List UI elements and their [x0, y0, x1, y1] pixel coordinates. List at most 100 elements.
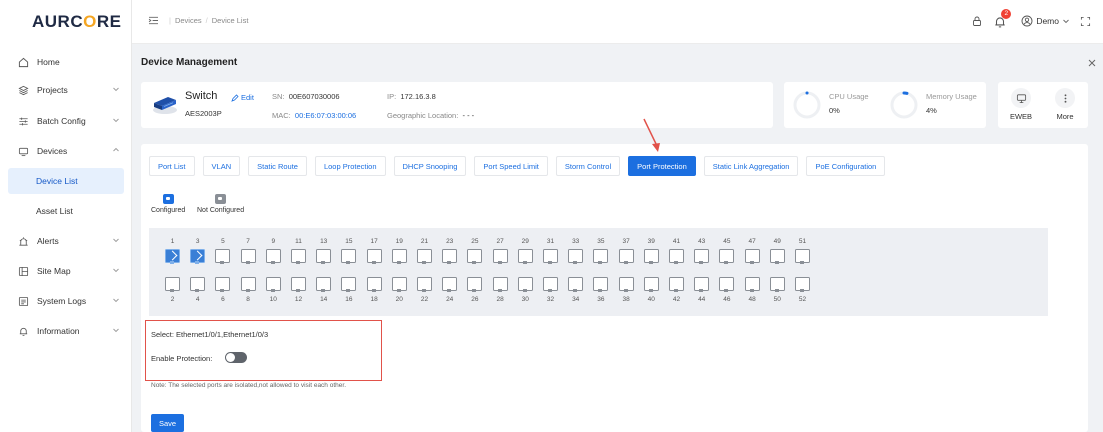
- port-16[interactable]: [341, 277, 357, 292]
- user-menu[interactable]: Demo: [1021, 15, 1070, 27]
- port-17[interactable]: [366, 249, 382, 264]
- port-11[interactable]: [291, 249, 306, 264]
- port-41[interactable]: [669, 249, 684, 264]
- port-36[interactable]: [593, 277, 609, 292]
- sidebar: AURC O RE Home Projects Batch Config Devic…: [0, 0, 132, 432]
- port-52[interactable]: [795, 277, 810, 292]
- sliders-icon: [17, 115, 29, 127]
- chevron-down-icon: [1063, 19, 1069, 24]
- port-31[interactable]: [543, 249, 558, 264]
- port-22[interactable]: [417, 277, 432, 292]
- tab-storm-control[interactable]: Storm Control: [555, 156, 621, 176]
- port-37[interactable]: [618, 249, 634, 264]
- port-10[interactable]: [265, 277, 281, 292]
- port-48[interactable]: [744, 277, 760, 292]
- port-number-label: 45: [723, 238, 731, 245]
- port-44[interactable]: [694, 277, 710, 292]
- close-icon[interactable]: [1087, 58, 1097, 68]
- port-19[interactable]: [391, 249, 407, 264]
- port-2[interactable]: [165, 277, 180, 292]
- lock-icon[interactable]: [971, 15, 983, 27]
- eweb-button[interactable]: EWEB: [1001, 88, 1041, 121]
- port-23[interactable]: [442, 249, 458, 264]
- tab-vlan[interactable]: VLAN: [202, 156, 241, 176]
- enable-protection-toggle[interactable]: [225, 352, 247, 363]
- port-50[interactable]: [769, 277, 785, 292]
- port-33[interactable]: [568, 249, 584, 264]
- port-20[interactable]: [391, 277, 407, 292]
- port-4[interactable]: [190, 277, 206, 292]
- port-39[interactable]: [643, 249, 659, 264]
- port-6[interactable]: [215, 277, 231, 292]
- port-7[interactable]: [240, 249, 256, 264]
- sidebar-subitem-asset-list[interactable]: Asset List: [8, 198, 124, 224]
- port-46[interactable]: [719, 277, 735, 292]
- port-42[interactable]: [669, 277, 684, 292]
- port-51[interactable]: [795, 249, 810, 264]
- tab-static-link-aggregation[interactable]: Static Link Aggregation: [703, 156, 799, 176]
- port-40[interactable]: [643, 277, 659, 292]
- brand-logo[interactable]: AURC O RE: [0, 0, 131, 44]
- port-47[interactable]: [744, 249, 760, 264]
- tab-loop-protection[interactable]: Loop Protection: [314, 156, 386, 176]
- sidebar-item-system-logs[interactable]: System Logs: [0, 288, 132, 314]
- port-13[interactable]: [316, 249, 332, 264]
- tab-port-list[interactable]: Port List: [149, 156, 195, 176]
- edit-device-button[interactable]: Edit: [231, 93, 254, 102]
- port-21[interactable]: [417, 249, 432, 264]
- port-number-label: 28: [496, 296, 504, 303]
- port-49[interactable]: [769, 249, 785, 264]
- port-number-label: 17: [370, 238, 378, 245]
- port-number-label: 5: [221, 238, 225, 245]
- sidebar-item-site-map[interactable]: Site Map: [0, 258, 132, 284]
- port-9[interactable]: [265, 249, 281, 264]
- sidebar-item-alerts[interactable]: Alerts: [0, 228, 132, 254]
- port-45[interactable]: [719, 249, 735, 264]
- more-vertical-icon: [1055, 88, 1075, 108]
- port-3[interactable]: [190, 249, 206, 264]
- port-15[interactable]: [341, 249, 357, 264]
- port-24[interactable]: [442, 277, 458, 292]
- port-34[interactable]: [568, 277, 584, 292]
- tab-port-speed-limit[interactable]: Port Speed Limit: [474, 156, 548, 176]
- menu-collapse-icon[interactable]: [148, 16, 159, 25]
- notifications-button[interactable]: 2: [993, 9, 1012, 30]
- port-8[interactable]: [240, 277, 256, 292]
- port-12[interactable]: [291, 277, 306, 292]
- tab-port-protection[interactable]: Port Protection: [628, 156, 696, 176]
- port-43[interactable]: [694, 249, 710, 264]
- port-27[interactable]: [492, 249, 508, 264]
- tab-poe-configuration[interactable]: PoE Configuration: [806, 156, 886, 176]
- tab-dhcp-snooping[interactable]: DHCP Snooping: [393, 156, 467, 176]
- port-number-label: 47: [748, 238, 756, 245]
- selected-ports-text: Select: Ethernet1/0/1,Ethernet1/0/3: [151, 330, 269, 339]
- fullscreen-icon[interactable]: [1080, 16, 1091, 27]
- port-18[interactable]: [366, 277, 382, 292]
- memory-usage-value: 4%: [926, 106, 937, 115]
- sidebar-item-batch-config[interactable]: Batch Config: [0, 108, 132, 134]
- logo-text-pre: AURC: [32, 12, 84, 31]
- breadcrumb-devices[interactable]: Devices: [175, 16, 202, 25]
- port-29[interactable]: [517, 249, 533, 264]
- sidebar-item-information[interactable]: Information: [0, 318, 132, 344]
- port-14[interactable]: [316, 277, 332, 292]
- port-35[interactable]: [593, 249, 609, 264]
- enable-protection-label: Enable Protection:: [151, 354, 213, 363]
- port-32[interactable]: [543, 277, 558, 292]
- port-25[interactable]: [467, 249, 483, 264]
- sidebar-item-projects[interactable]: Projects: [0, 77, 132, 103]
- sidebar-item-home[interactable]: Home: [0, 49, 132, 75]
- port-26[interactable]: [467, 277, 483, 292]
- sidebar-item-devices[interactable]: Devices: [0, 138, 132, 164]
- port-28[interactable]: [492, 277, 508, 292]
- port-5[interactable]: [215, 249, 231, 264]
- port-number-label: 1: [170, 238, 175, 245]
- port-30[interactable]: [517, 277, 533, 292]
- mac-value[interactable]: 00:E6:07:03:00:06: [295, 111, 356, 120]
- more-button[interactable]: More: [1045, 88, 1085, 121]
- port-38[interactable]: [618, 277, 634, 292]
- sidebar-subitem-device-list[interactable]: Device List: [8, 168, 124, 194]
- save-button[interactable]: Save: [151, 414, 184, 432]
- tab-static-route[interactable]: Static Route: [248, 156, 307, 176]
- port-1[interactable]: [165, 249, 180, 264]
